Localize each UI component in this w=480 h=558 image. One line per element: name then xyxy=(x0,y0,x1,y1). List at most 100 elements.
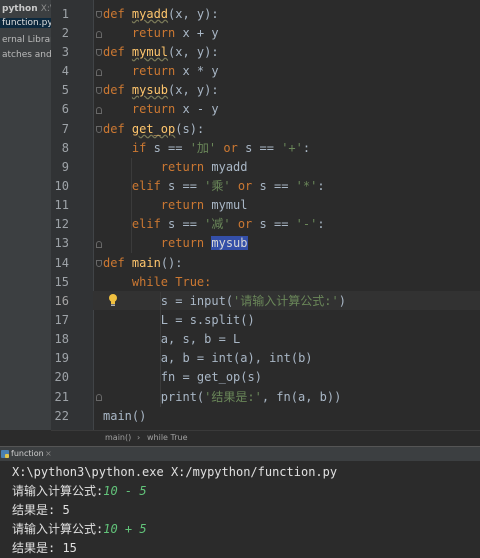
run-tab-function[interactable]: function xyxy=(11,447,44,461)
code-line: def myadd(x, y): xyxy=(103,5,219,24)
line-number: 10 xyxy=(54,179,69,193)
code-line: elif s == '减' or s == '-': xyxy=(103,215,325,234)
code-token: s == xyxy=(168,179,205,193)
code-token: return xyxy=(103,26,183,40)
code-token: a, s, b = L xyxy=(103,332,241,346)
code-token: s == xyxy=(259,217,296,231)
code-line: return mysub xyxy=(103,234,248,253)
code-line: return x - y xyxy=(103,100,219,119)
code-token: s = input( xyxy=(103,294,234,308)
project-root-label: python xyxy=(2,4,38,14)
code-token: mysub xyxy=(211,236,248,250)
code-line: elif s == '乘' or s == '*': xyxy=(103,177,325,196)
code-token: main() xyxy=(103,409,147,423)
code-token: def xyxy=(103,122,132,136)
code-editor[interactable]: def myadd(x, y): return x + y def mymul(… xyxy=(93,0,480,430)
code-token: s == xyxy=(168,217,205,231)
project-panel: python X:\ function.py ernal Librari atc… xyxy=(0,0,51,430)
code-token: '乘' xyxy=(204,179,231,193)
code-token: mysub xyxy=(131,83,169,97)
code-token: : xyxy=(317,179,325,193)
console-prompt: 请输入计算公式: xyxy=(12,522,104,536)
line-number: 1 xyxy=(61,7,69,21)
code-line: main() xyxy=(103,407,146,426)
code-token: print( xyxy=(103,390,205,404)
code-line: return x + y xyxy=(103,24,219,43)
line-number: 13 xyxy=(54,236,69,250)
project-root[interactable]: python X:\ xyxy=(2,4,51,14)
line-number: 4 xyxy=(61,64,69,78)
console-user-input: 10 - 5 xyxy=(103,484,147,498)
code-token: : xyxy=(302,141,311,155)
code-token: elif xyxy=(103,217,169,231)
code-token: def xyxy=(103,7,132,21)
line-number-gutter: 1 2 3 4 5 6 7 8 9 10 11 12 13 14 15 16 1… xyxy=(51,0,93,430)
code-token: : xyxy=(317,217,325,231)
code-token: def xyxy=(103,45,132,59)
project-file-function[interactable]: function.py xyxy=(0,18,51,28)
code-token: s == xyxy=(245,141,282,155)
project-root-path: X:\ xyxy=(40,4,51,14)
line-number: 9 xyxy=(61,160,69,174)
code-token: '-' xyxy=(295,217,318,231)
code-line: if s == '加' or s == '+': xyxy=(103,139,310,158)
code-token: '加' xyxy=(189,141,217,155)
code-token: elif xyxy=(103,179,169,193)
code-token: mymul xyxy=(211,198,248,212)
code-line: return mymul xyxy=(103,196,248,215)
lightbulb-icon[interactable] xyxy=(108,293,118,307)
code-line: return x * y xyxy=(103,62,219,81)
code-line: return myadd xyxy=(103,158,248,177)
line-number: 3 xyxy=(61,45,69,59)
code-token: , fn(a, b)) xyxy=(261,390,342,404)
line-number: 5 xyxy=(61,83,69,97)
breadcrumb-item-while[interactable]: while True xyxy=(147,431,188,445)
code-token: return xyxy=(103,236,212,250)
code-token: def xyxy=(103,83,132,97)
code-token: x + y xyxy=(182,26,219,40)
close-icon[interactable]: × xyxy=(45,447,52,461)
code-line: a, b = int(a), int(b) xyxy=(103,349,313,368)
project-external-libraries[interactable]: ernal Librari xyxy=(2,35,51,45)
code-token: '*' xyxy=(295,179,318,193)
line-number: 14 xyxy=(54,256,69,270)
line-number: 12 xyxy=(54,217,69,231)
code-token: L = s.split() xyxy=(103,313,255,327)
breadcrumb: main() › while True xyxy=(51,430,480,445)
code-token: (x, y): xyxy=(168,45,219,59)
console-command-line: X:\python3\python.exe X:/mypython/functi… xyxy=(12,465,338,479)
code-token: True: xyxy=(175,275,212,289)
code-token: while xyxy=(103,275,176,289)
code-token: '请输入计算公式:' xyxy=(233,294,339,308)
run-console[interactable]: X:\python3\python.exe X:/mypython/functi… xyxy=(0,461,480,558)
code-token: '+' xyxy=(281,141,303,155)
code-token: a, b = int(a), int(b) xyxy=(103,351,313,365)
code-line: a, s, b = L xyxy=(103,330,240,349)
code-token: (x, y): xyxy=(168,7,219,21)
code-token: fn = get_op(s) xyxy=(103,370,262,384)
line-number: 8 xyxy=(61,141,69,155)
code-token: (): xyxy=(160,256,183,270)
code-line: def get_op(s): xyxy=(103,120,204,139)
code-token: myadd xyxy=(131,7,169,21)
code-token: def xyxy=(103,256,132,270)
code-token: get_op xyxy=(131,122,176,136)
code-token: '减' xyxy=(204,217,231,231)
console-prompt-line: 请输入计算公式:10 - 5 xyxy=(12,482,147,501)
code-token: or xyxy=(230,179,260,193)
code-token: mymul xyxy=(131,45,169,59)
console-prompt-line: 请输入计算公式:10 + 5 xyxy=(12,520,147,539)
breadcrumb-item-main[interactable]: main() xyxy=(105,431,131,445)
line-number: 22 xyxy=(54,409,69,423)
code-token: s == xyxy=(259,179,296,193)
code-token: x * y xyxy=(182,64,219,78)
project-scratches[interactable]: atches and C xyxy=(2,50,51,60)
code-line: def mysub(x, y): xyxy=(103,81,219,100)
code-line: s = input('请输入计算公式:') xyxy=(103,292,346,311)
code-token: '结果是:' xyxy=(204,390,262,404)
python-file-icon xyxy=(1,450,9,458)
code-token: (s): xyxy=(175,122,205,136)
console-user-input: 10 + 5 xyxy=(103,522,147,536)
line-number: 11 xyxy=(54,198,69,212)
line-number: 17 xyxy=(54,313,69,327)
